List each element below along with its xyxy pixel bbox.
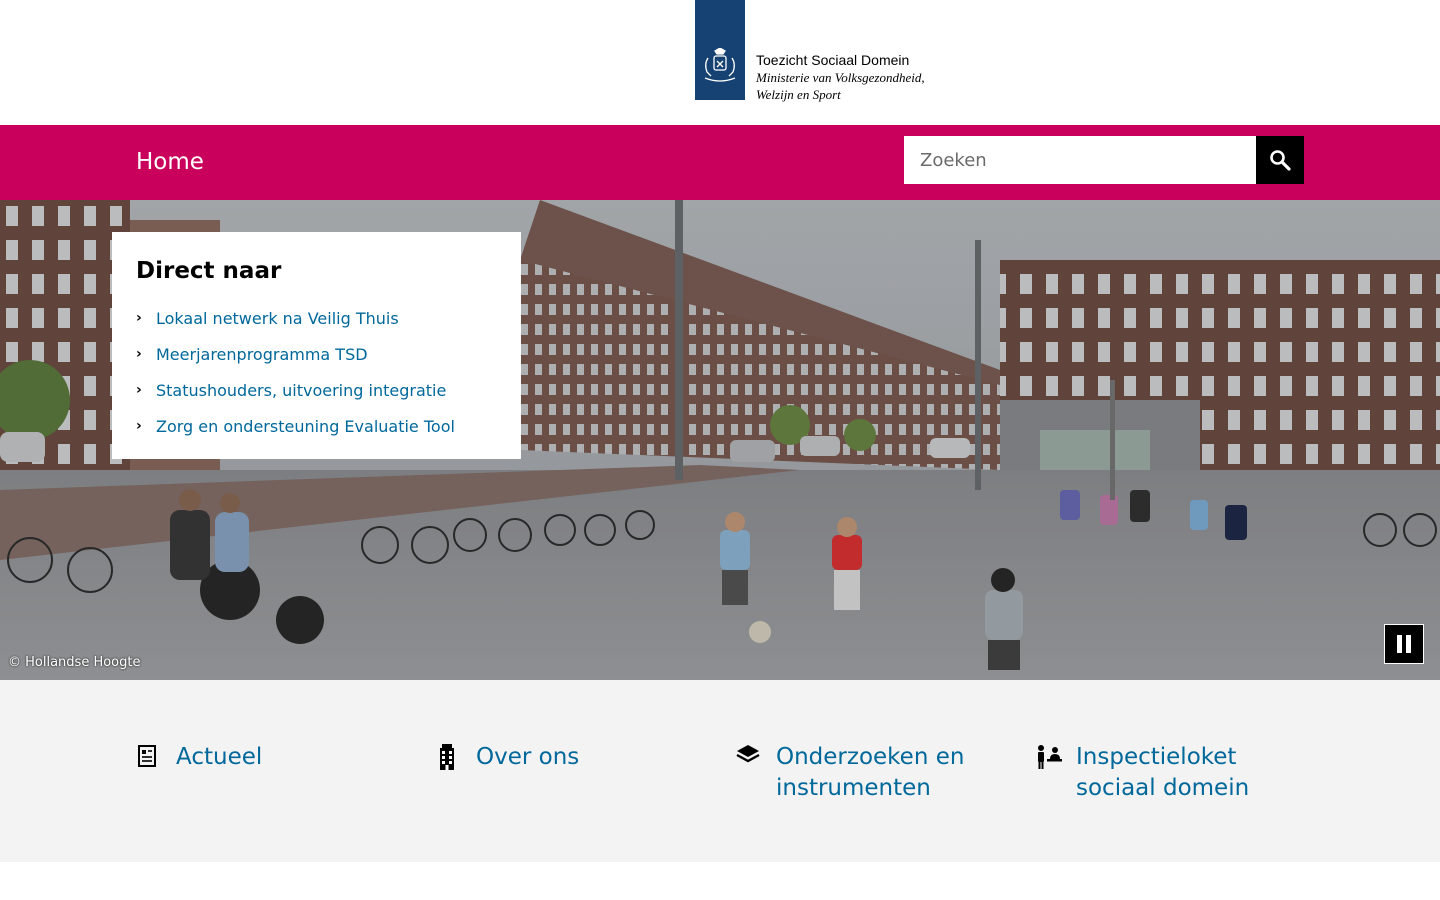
search-input[interactable]: [904, 136, 1256, 184]
direct-link-lokaal-netwerk[interactable]: › Lokaal netwerk na Veilig Thuis: [136, 309, 399, 328]
government-logo[interactable]: [695, 0, 745, 100]
tile-label-line-1: Onderzoeken en: [776, 744, 965, 770]
direct-link-statushouders[interactable]: › Statushouders, uitvoering integratie: [136, 381, 446, 400]
list-item: › Lokaal netwerk na Veilig Thuis: [136, 300, 497, 336]
hero-carousel: Direct naar › Lokaal netwerk na Veilig T…: [0, 200, 1440, 680]
search-button[interactable]: [1256, 136, 1304, 184]
chevron-right-icon: ›: [136, 418, 142, 434]
chevron-right-icon: ›: [136, 310, 142, 326]
tile-label-line-2: sociaal domein: [1076, 775, 1250, 801]
direct-link-meerjarenprogramma[interactable]: › Meerjarenprogramma TSD: [136, 345, 368, 364]
building-icon: [436, 742, 476, 774]
direct-to-list: › Lokaal netwerk na Veilig Thuis › Meerj…: [136, 300, 497, 444]
tile-link-actueel[interactable]: Actueel: [176, 742, 262, 773]
photo-credit: © Hollandse Hoogte: [8, 655, 141, 670]
direct-to-title: Direct naar: [136, 258, 282, 284]
chevron-right-icon: ›: [136, 382, 142, 398]
coat-of-arms-icon: [704, 48, 736, 82]
direct-to-panel: Direct naar › Lokaal netwerk na Veilig T…: [112, 232, 521, 459]
tile-inspectieloket: Inspectieloket sociaal domein: [1036, 742, 1296, 804]
list-item: › Zorg en ondersteuning Evaluatie Tool: [136, 408, 497, 444]
main-navigation: Home: [0, 125, 1440, 200]
list-item: › Meerjarenprogramma TSD: [136, 336, 497, 372]
org-name: Toezicht Sociaal Domein: [756, 52, 910, 68]
tile-label-line-1: Inspectieloket: [1076, 744, 1237, 770]
direct-link-label: Zorg en ondersteuning Evaluatie Tool: [156, 416, 455, 436]
search-icon: [1270, 150, 1291, 171]
nav-home-link[interactable]: Home: [136, 145, 204, 179]
tile-link-over-ons[interactable]: Over ons: [476, 742, 579, 773]
tile-label-line-1: Actueel: [176, 744, 263, 770]
tile-over-ons: Over ons: [436, 742, 696, 774]
direct-link-zorg-evaluatie-tool[interactable]: › Zorg en ondersteuning Evaluatie Tool: [136, 417, 455, 436]
carousel-pause-button[interactable]: [1384, 624, 1424, 664]
tile-label-line-1: Over ons: [476, 744, 580, 770]
tile-link-inspectieloket[interactable]: Inspectieloket sociaal domein: [1076, 742, 1249, 804]
newspaper-icon: [136, 742, 176, 774]
section-tiles: Actueel Over ons Onderzoeken en instrume…: [0, 680, 1440, 862]
service-desk-icon: [1036, 742, 1076, 774]
direct-link-label: Meerjarenprogramma TSD: [156, 344, 368, 364]
ministry-line-2: Welzijn en Sport: [756, 87, 841, 102]
logo-wordmark: Toezicht Sociaal Domein Ministerie van V…: [756, 51, 1016, 103]
chevron-right-icon: ›: [136, 346, 142, 362]
list-item: › Statushouders, uitvoering integratie: [136, 372, 497, 408]
tile-label-line-2: instrumenten: [776, 775, 931, 801]
tile-link-onderzoeken[interactable]: Onderzoeken en instrumenten: [776, 742, 964, 804]
direct-link-label: Statushouders, uitvoering integratie: [156, 380, 447, 400]
pause-icon: [1397, 635, 1411, 653]
ministry-line-1: Ministerie van Volksgezondheid,: [756, 70, 925, 85]
site-header: Toezicht Sociaal Domein Ministerie van V…: [0, 0, 1440, 125]
tile-actueel: Actueel: [136, 742, 396, 774]
layers-icon: [736, 742, 776, 774]
tile-onderzoeken: Onderzoeken en instrumenten: [736, 742, 996, 804]
direct-link-label: Lokaal netwerk na Veilig Thuis: [156, 308, 399, 328]
